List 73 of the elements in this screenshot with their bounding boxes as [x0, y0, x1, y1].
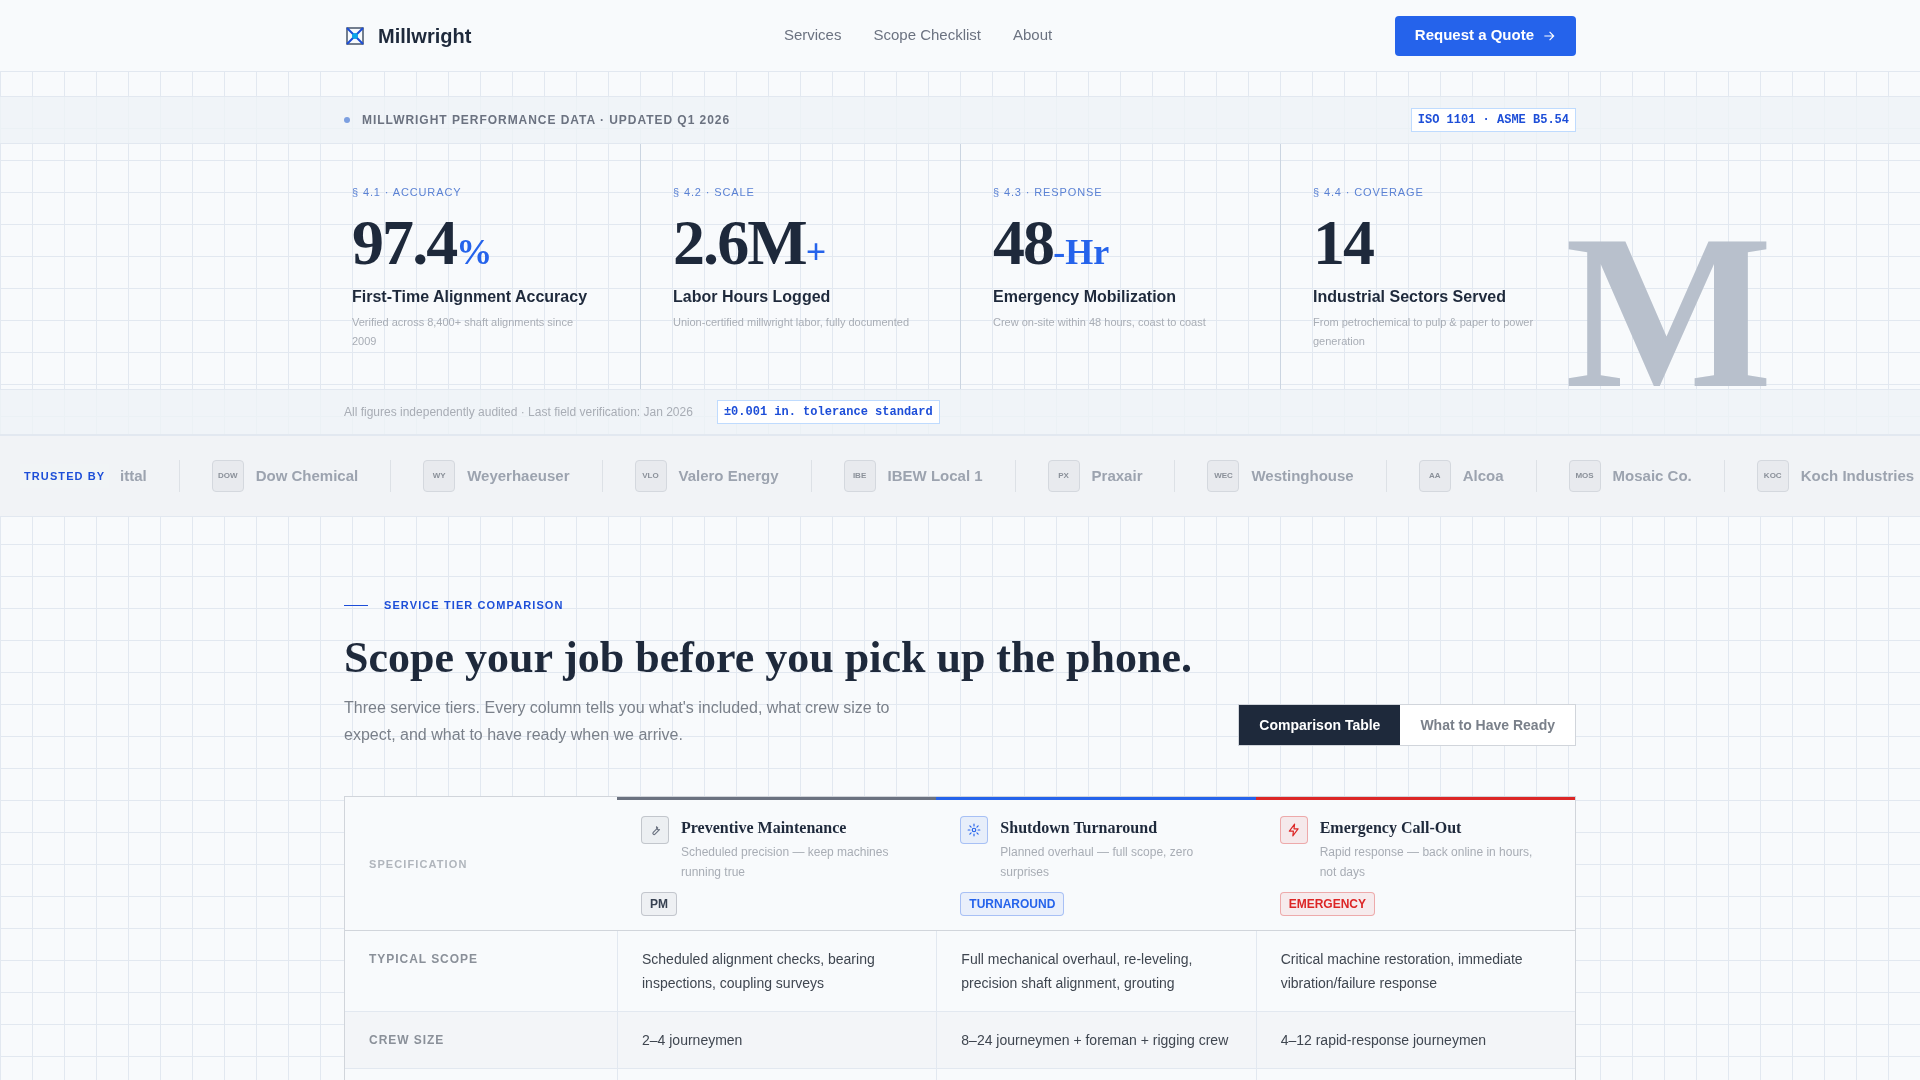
tier-badge: EMERGENCY [1279, 892, 1375, 917]
stat-unit: -Hr [1053, 233, 1110, 270]
client-name: Westinghouse [1251, 465, 1354, 486]
table-cell: Critical machine restoration, immediate vibration/failure response [1280, 951, 1523, 992]
standards-badge: ISO 1101 · ASME B5.54 [1410, 108, 1576, 132]
client-logo-badge: AA [1418, 460, 1451, 492]
stat-description: Verified across 8,400+ shaft alignments since 2009 [352, 314, 575, 349]
stat-section-label: § 4.3 · RESPONSE [993, 185, 1104, 200]
gear-icon [967, 823, 982, 838]
section-heading: Scope your job before you pick up the phone. [344, 631, 1193, 684]
stat-unit: % [456, 233, 493, 270]
table-cell: 4–12 rapid-response journeymen [1280, 1032, 1487, 1049]
stat-value: 2.6M [673, 210, 806, 275]
nav-link[interactable]: Services [783, 24, 842, 47]
client-logo-badge: DOW [211, 460, 244, 492]
client-name: Praxair [1091, 465, 1143, 486]
eyebrow-label: MILLWRIGHT PERFORMANCE DATA · UPDATED Q1 2026 [362, 112, 731, 129]
tier-tagline: Scheduled precision — keep machines running true [681, 844, 890, 882]
section-eyebrow: SERVICE TIER COMPARISON [384, 598, 564, 613]
nav-link[interactable]: About [1013, 24, 1053, 47]
client-name: Koch Industries [1800, 465, 1915, 486]
stat-value: 14 [1313, 210, 1374, 275]
tier-badge: TURNAROUND [960, 892, 1065, 917]
stat-section-label: § 4.2 · SCALE [673, 185, 756, 200]
audit-footnote: All figures independently audited · Last field verification: Jan 2026 [344, 404, 693, 421]
stat-unit: + [805, 233, 827, 270]
stat-value: 48 [993, 210, 1054, 275]
tier-name: Preventive Maintenance [681, 818, 848, 839]
client-logo-badge: VLO [634, 460, 667, 492]
stat-title: Emergency Mobilization [993, 286, 1178, 307]
client-logo-badge: PX [1047, 460, 1080, 492]
tolerance-badge: ±0.001 in. tolerance standard [716, 400, 940, 424]
stat-value: 97.4 [352, 210, 457, 275]
client-logo-badge: WY [423, 460, 456, 492]
client-name: Weyerhaeuser [467, 465, 570, 486]
client-logo-badge: WEC [1207, 460, 1240, 492]
stat-description: From petrochemical to pulp & paper to power generation [1313, 314, 1535, 349]
section-intro: Three service tiers. Every column tells you what's included, what crew size to expect, and what to have ready when we arrive. [344, 698, 891, 746]
stat-title: Industrial Sectors Served [1313, 286, 1507, 307]
client-logo-badge: KOC [1756, 460, 1789, 492]
client-name: Dow Chemical [255, 465, 359, 486]
tier-name: Emergency Call-Out [1319, 818, 1463, 839]
tier-tagline: Planned overhaul — full scope, zero surprises [1000, 844, 1195, 882]
client-name: IBEW Local 1 [887, 465, 983, 486]
nav-link[interactable]: Scope Checklist [873, 24, 981, 47]
watermark: M [1565, 202, 1773, 422]
table-cell: 8–24 journeymen + foreman + rigging crew [961, 1032, 1229, 1049]
spec-header: SPECIFICATION [369, 856, 468, 872]
lightning-icon [1286, 823, 1301, 838]
stat-title: Labor Hours Logged [673, 286, 832, 307]
tier-badge: PM [641, 892, 677, 917]
table-cell: 2–4 journeymen [642, 1032, 743, 1049]
view-tab[interactable]: Comparison Table [1239, 705, 1401, 746]
stat-description: Union-certified millwright labor, fully documented [673, 314, 910, 330]
client-name: Mosaic Co. [1612, 465, 1692, 486]
client-name: ittal [120, 465, 147, 486]
client-name: Alcoa [1462, 465, 1504, 486]
table-cell: Scheduled alignment checks, bearing inspections, coupling surveys [642, 951, 875, 992]
row-label: TYPICAL SCOPE [369, 951, 478, 969]
tier-tagline: Rapid response — back online in hours, not days [1319, 844, 1534, 882]
stat-description: Crew on-site within 48 hours, coast to coast [993, 314, 1207, 330]
client-logo-badge: IBE [843, 460, 876, 492]
client-logo-badge: MOS [1568, 460, 1601, 492]
client-name: Valero Energy [678, 465, 779, 486]
stat-section-label: § 4.1 · ACCURACY [352, 185, 463, 200]
logo-icon[interactable] [344, 24, 366, 47]
stat-section-label: § 4.4 · COVERAGE [1313, 185, 1425, 200]
request-quote-button[interactable]: Request a Quote [1394, 15, 1576, 56]
stat-title: First-Time Alignment Accuracy [352, 286, 589, 307]
row-label: CREW SIZE [369, 1032, 445, 1050]
brand-name[interactable]: Millwright [378, 20, 472, 51]
tier-name: Shutdown Turnaround [1000, 818, 1159, 839]
table-cell: Full mechanical overhaul, re-leveling, precision shaft alignment, grouting [961, 951, 1193, 992]
